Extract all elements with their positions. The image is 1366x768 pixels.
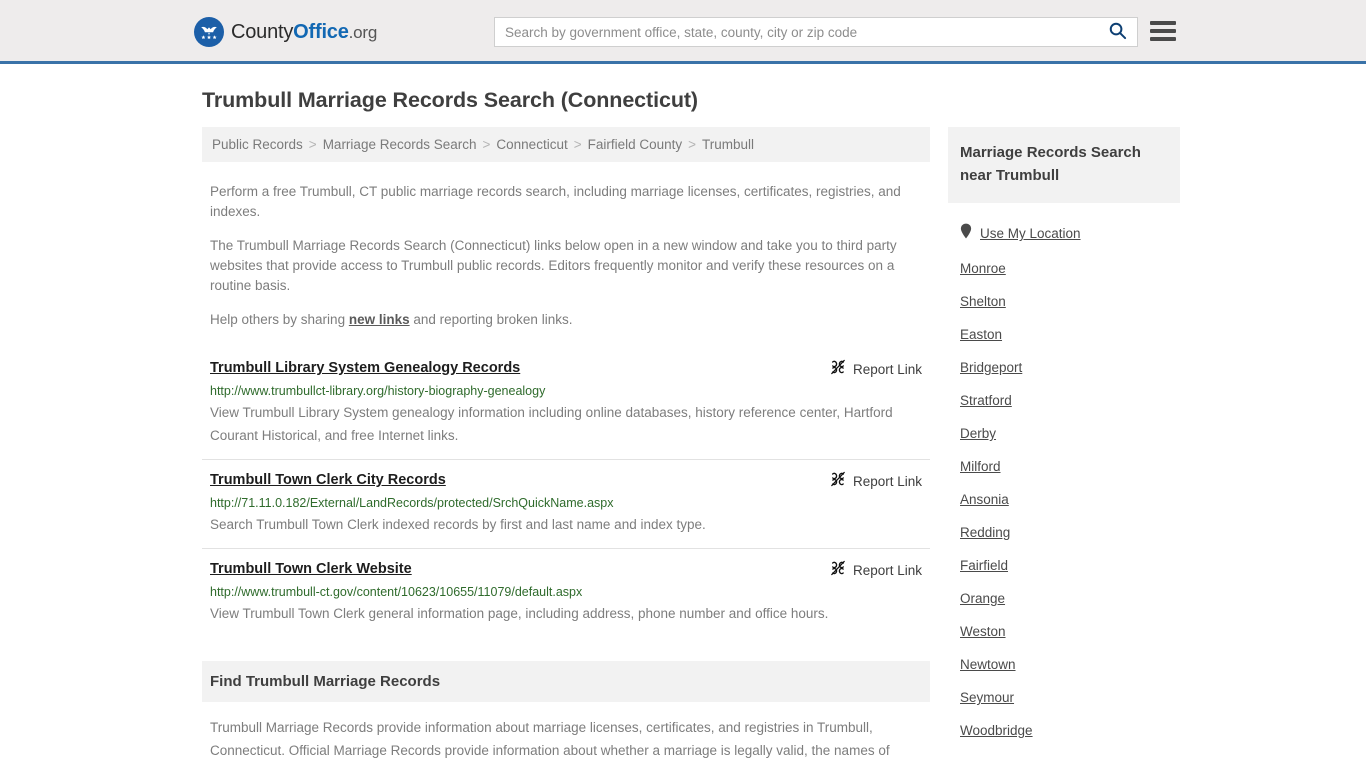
site-logo[interactable]: CountyOffice.org xyxy=(194,17,377,47)
brand-part-office: Office xyxy=(293,20,349,43)
search-input[interactable] xyxy=(495,18,1097,46)
sidebar-links: Use My Location Monroe Shelton Easton Br… xyxy=(948,203,1180,747)
result-header: Trumbull Town Clerk Website Report Link xyxy=(210,559,922,581)
sidebar-city-easton[interactable]: Easton xyxy=(948,318,1180,351)
result-item: Trumbull Library System Genealogy Record… xyxy=(202,348,930,460)
intro-paragraph-1: Perform a free Trumbull, CT public marri… xyxy=(210,184,901,219)
new-links-link[interactable]: new links xyxy=(349,312,410,327)
sidebar: Marriage Records Search near Trumbull Us… xyxy=(948,127,1180,747)
find-records-heading: Find Trumbull Marriage Records xyxy=(202,661,930,702)
find-records-body: Trumbull Marriage Records provide inform… xyxy=(210,720,890,758)
intro-paragraph-3: Help others by sharing new links and rep… xyxy=(202,296,930,330)
sidebar-city-shelton[interactable]: Shelton xyxy=(948,285,1180,318)
intro-p3-after: and reporting broken links. xyxy=(409,312,573,327)
sidebar-city-redding[interactable]: Redding xyxy=(948,516,1180,549)
use-my-location-button[interactable]: Use My Location xyxy=(948,215,1180,252)
results-list: Trumbull Library System Genealogy Record… xyxy=(202,348,930,637)
breadcrumb-separator: > xyxy=(688,137,697,152)
result-title-link[interactable]: Trumbull Town Clerk City Records xyxy=(210,470,446,490)
result-description: View Trumbull Library System genealogy i… xyxy=(210,405,893,443)
content-container: Trumbull Marriage Records Search (Connec… xyxy=(188,64,1180,762)
breadcrumb-separator: > xyxy=(308,137,317,152)
menu-bar-3 xyxy=(1150,37,1176,41)
breadcrumb-separator: > xyxy=(482,137,491,152)
result-item: Trumbull Town Clerk City Records Report … xyxy=(202,460,930,549)
result-item: Trumbull Town Clerk Website Report Link … xyxy=(202,549,930,637)
eagle-stars-icon xyxy=(194,17,224,47)
page-title: Trumbull Marriage Records Search (Connec… xyxy=(202,88,698,112)
find-records-section: Find Trumbull Marriage Records Trumbull … xyxy=(202,661,930,762)
broken-link-icon xyxy=(830,560,846,581)
report-link-label: Report Link xyxy=(852,563,922,578)
sidebar-city-milford[interactable]: Milford xyxy=(948,450,1180,483)
sidebar-city-orange[interactable]: Orange xyxy=(948,582,1180,615)
result-description: Search Trumbull Town Clerk indexed recor… xyxy=(210,517,706,532)
intro-paragraph-2: The Trumbull Marriage Records Search (Co… xyxy=(210,238,897,293)
brand-part-org: .org xyxy=(348,22,378,42)
sidebar-city-monroe[interactable]: Monroe xyxy=(948,252,1180,285)
report-link-button[interactable]: Report Link xyxy=(830,358,922,380)
two-column-layout: Public Records > Marriage Records Search… xyxy=(194,127,1180,762)
result-title-link[interactable]: Trumbull Library System Genealogy Record… xyxy=(210,358,520,378)
result-url[interactable]: http://www.trumbullct-library.org/histor… xyxy=(210,383,922,400)
site-header: CountyOffice.org xyxy=(0,0,1366,64)
result-header: Trumbull Town Clerk City Records Report … xyxy=(210,470,922,492)
report-link-button[interactable]: Report Link xyxy=(830,559,922,581)
broken-link-icon xyxy=(830,359,846,380)
sidebar-city-bridgeport[interactable]: Bridgeport xyxy=(948,351,1180,384)
search-bar[interactable] xyxy=(494,17,1138,47)
intro-text: Perform a free Trumbull, CT public marri… xyxy=(202,162,930,330)
result-description: View Trumbull Town Clerk general informa… xyxy=(210,606,829,621)
sidebar-city-stratford[interactable]: Stratford xyxy=(948,384,1180,417)
sidebar-city-woodbridge[interactable]: Woodbridge xyxy=(948,714,1180,747)
main-column: Public Records > Marriage Records Search… xyxy=(202,127,930,762)
intro-p3-before: Help others by sharing xyxy=(210,312,349,327)
breadcrumb: Public Records > Marriage Records Search… xyxy=(202,127,930,162)
breadcrumb-item-public-records[interactable]: Public Records xyxy=(212,137,303,152)
result-header: Trumbull Library System Genealogy Record… xyxy=(210,358,922,380)
sidebar-city-weston[interactable]: Weston xyxy=(948,615,1180,648)
search-button[interactable] xyxy=(1097,18,1137,46)
menu-bar-2 xyxy=(1150,29,1176,33)
sidebar-city-seymour[interactable]: Seymour xyxy=(948,681,1180,714)
result-title-link[interactable]: Trumbull Town Clerk Website xyxy=(210,559,412,579)
page-body: Trumbull Marriage Records Search (Connec… xyxy=(0,64,1366,762)
sidebar-heading: Marriage Records Search near Trumbull xyxy=(948,127,1180,203)
breadcrumb-item-fairfield-county[interactable]: Fairfield County xyxy=(588,137,683,152)
breadcrumb-item-marriage-records-search[interactable]: Marriage Records Search xyxy=(323,137,477,152)
search-icon xyxy=(1108,21,1127,43)
site-logo-text: CountyOffice.org xyxy=(231,21,377,44)
result-url[interactable]: http://71.11.0.182/External/LandRecords/… xyxy=(210,495,922,512)
breadcrumb-separator: > xyxy=(573,137,582,152)
report-link-button[interactable]: Report Link xyxy=(830,470,922,492)
map-pin-icon xyxy=(960,223,972,244)
hamburger-menu-icon[interactable] xyxy=(1150,19,1176,43)
brand-part-county: County xyxy=(231,20,294,43)
sidebar-city-newtown[interactable]: Newtown xyxy=(948,648,1180,681)
result-url[interactable]: http://www.trumbull-ct.gov/content/10623… xyxy=(210,584,922,601)
sidebar-city-fairfield[interactable]: Fairfield xyxy=(948,549,1180,582)
menu-bar-1 xyxy=(1150,21,1176,25)
report-link-label: Report Link xyxy=(852,362,922,377)
sidebar-city-ansonia[interactable]: Ansonia xyxy=(948,483,1180,516)
breadcrumb-item-trumbull[interactable]: Trumbull xyxy=(702,137,754,152)
breadcrumb-item-connecticut[interactable]: Connecticut xyxy=(496,137,567,152)
use-my-location-label: Use My Location xyxy=(980,226,1081,241)
broken-link-icon xyxy=(830,471,846,492)
report-link-label: Report Link xyxy=(852,474,922,489)
sidebar-city-derby[interactable]: Derby xyxy=(948,417,1180,450)
